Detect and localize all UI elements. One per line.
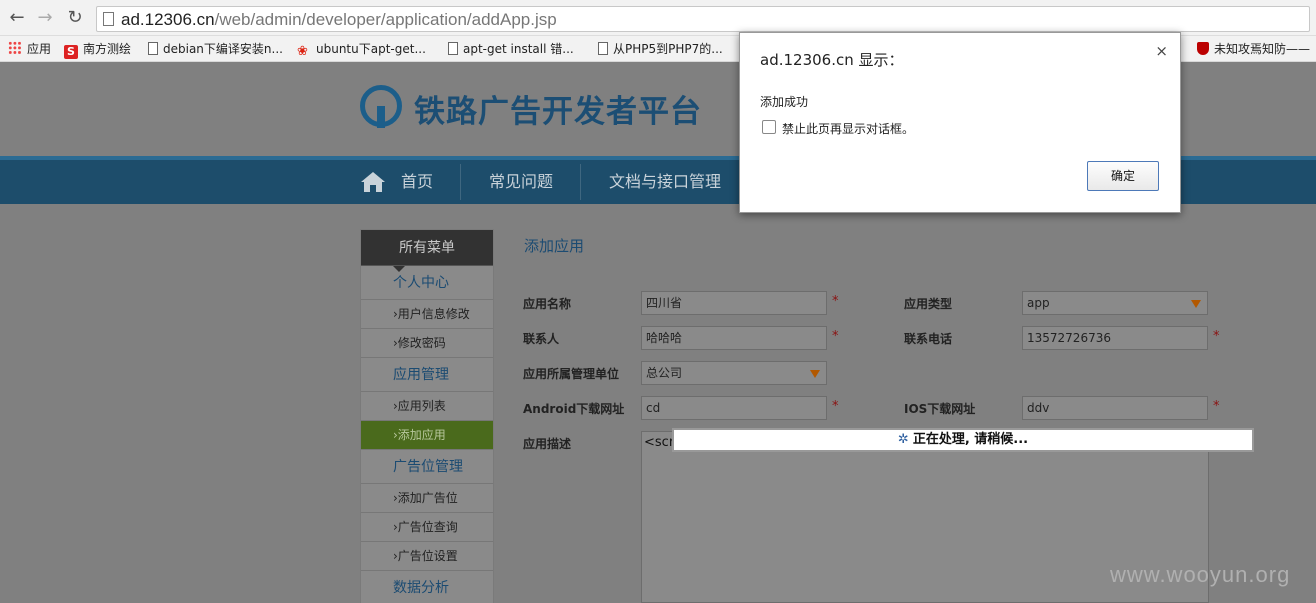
url-input[interactable]: ad.12306.cn/web/admin/developer/applicat…: [96, 6, 1310, 32]
contact-input[interactable]: 哈哈哈: [641, 326, 827, 350]
description-label: 应用描述: [523, 437, 572, 451]
page-icon: [598, 42, 608, 55]
processing-text: 正在处理, 请稍候...: [912, 432, 1029, 447]
ok-button[interactable]: 确定: [1087, 161, 1159, 191]
app-type-select[interactable]: app: [1022, 291, 1208, 315]
android-url-label: Android下载网址: [523, 402, 625, 416]
bookmark-nanfang[interactable]: S 南方测绘: [64, 40, 131, 59]
s-logo-icon: S: [64, 45, 78, 59]
alert-dialog: ad.12306.cn 显示： × 添加成功 禁止此页再显示对话框。 确定: [739, 32, 1181, 213]
required-mark: *: [1213, 329, 1220, 344]
back-arrow-icon[interactable]: ←: [6, 7, 28, 29]
required-mark: *: [1213, 399, 1220, 414]
phone-input[interactable]: 13572726736: [1022, 326, 1208, 350]
sidebar-item-add-app[interactable]: ›添加应用: [361, 421, 493, 450]
bookmark-apt-get[interactable]: apt-get install 错...: [448, 40, 574, 58]
required-mark: *: [832, 399, 839, 414]
unit-label: 应用所属管理单位: [523, 367, 620, 381]
close-icon[interactable]: ×: [1155, 42, 1168, 60]
sidebar: 所有菜单 个人中心 ›用户信息修改 ›修改密码 应用管理 ›应用列表 ›添加应用…: [360, 229, 494, 603]
app-name-input[interactable]: 四川省: [641, 291, 827, 315]
phone-label: 联系电话: [904, 332, 953, 346]
watermark: www.wooyun.org: [1110, 562, 1291, 587]
reload-icon[interactable]: ↻: [64, 7, 86, 29]
sidebar-item-query-adslot[interactable]: ›广告位查询: [361, 513, 493, 542]
apps-grid-icon: [8, 41, 22, 55]
app-name-label: 应用名称: [523, 297, 572, 311]
sidebar-group-adslots[interactable]: 广告位管理: [361, 450, 493, 484]
unit-select[interactable]: 总公司: [641, 361, 827, 385]
url-text: ad.12306.cn/web/admin/developer/applicat…: [121, 10, 557, 29]
page-icon: [148, 42, 158, 55]
bookmark-ubuntu[interactable]: ❀ ubuntu下apt-get...: [297, 40, 426, 59]
home-icon: [361, 172, 385, 192]
forward-arrow-icon[interactable]: →: [34, 7, 56, 29]
logo-text: 铁路广告开发者平台: [414, 94, 702, 130]
required-mark: *: [832, 294, 839, 309]
dialog-title: ad.12306.cn 显示：: [760, 51, 904, 69]
page-icon: [448, 42, 458, 55]
sidebar-item-edit-profile[interactable]: ›用户信息修改: [361, 300, 493, 329]
spinner-icon: ✲: [897, 432, 909, 447]
ios-url-label: IOS下载网址: [904, 402, 976, 416]
nav-divider: [580, 164, 581, 200]
shield-icon: [1197, 42, 1209, 55]
railway-logo-icon: [360, 85, 402, 128]
bookmark-apps[interactable]: 应用: [8, 40, 51, 58]
sidebar-item-add-adslot[interactable]: ›添加广告位: [361, 484, 493, 513]
app-type-value: app: [1027, 296, 1050, 310]
sidebar-group-analytics[interactable]: 数据分析: [361, 571, 493, 603]
sidebar-group-personal[interactable]: 个人中心: [361, 266, 493, 300]
nav-docs[interactable]: 文档与接口管理: [609, 160, 721, 204]
app-type-label: 应用类型: [904, 297, 953, 311]
dialog-message: 添加成功: [760, 95, 809, 109]
bookmark-debian[interactable]: debian下编译安装n...: [148, 40, 283, 58]
processing-banner: ✲ 正在处理, 请稍候...: [672, 428, 1254, 452]
sidebar-item-adslot-settings[interactable]: ›广告位设置: [361, 542, 493, 571]
contact-label: 联系人: [523, 332, 560, 346]
baidu-icon: ❀: [297, 44, 308, 59]
sidebar-header: 所有菜单: [361, 230, 493, 266]
bookmark-security[interactable]: 未知攻焉知防——: [1197, 40, 1310, 58]
suppress-dialogs-label[interactable]: 禁止此页再显示对话框。: [782, 120, 914, 137]
sidebar-group-apps[interactable]: 应用管理: [361, 358, 493, 392]
bookmark-php[interactable]: 从PHP5到PHP7的...: [598, 40, 723, 58]
ios-url-input[interactable]: ddv: [1022, 396, 1208, 420]
required-mark: *: [832, 329, 839, 344]
android-url-input[interactable]: cd: [641, 396, 827, 420]
page-title: 添加应用: [524, 237, 585, 255]
unit-value: 总公司: [646, 366, 683, 380]
sidebar-item-change-password[interactable]: ›修改密码: [361, 329, 493, 358]
sidebar-header-wrap: 所有菜单: [361, 230, 493, 272]
nav-divider: [460, 164, 461, 200]
sidebar-item-app-list[interactable]: ›应用列表: [361, 392, 493, 421]
nav-home[interactable]: 首页: [401, 160, 433, 204]
nav-faq[interactable]: 常见问题: [489, 160, 553, 204]
suppress-dialogs-checkbox[interactable]: [762, 120, 776, 134]
address-bar: ← → ↻ ad.12306.cn/web/admin/developer/ap…: [0, 0, 1316, 36]
page-icon: [103, 12, 114, 26]
